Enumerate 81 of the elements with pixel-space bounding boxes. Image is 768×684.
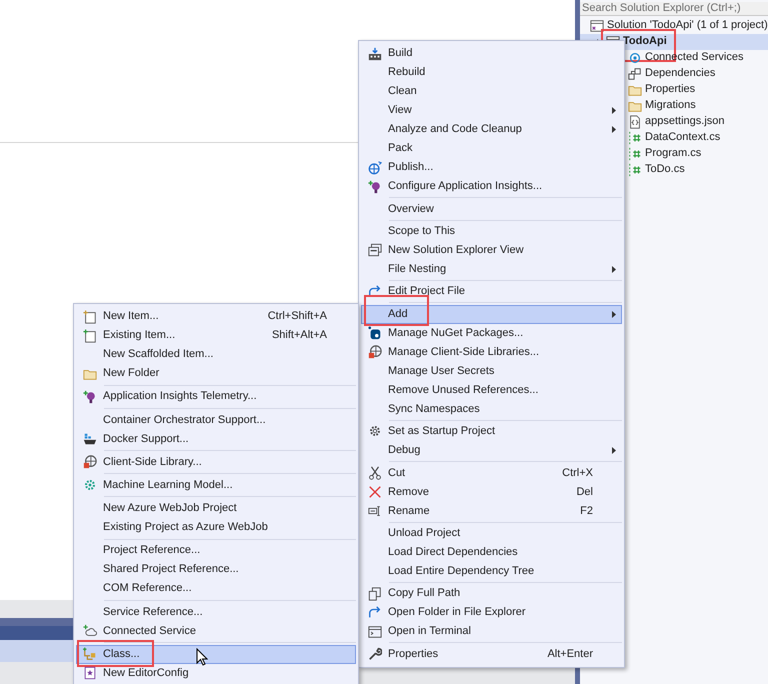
menu-item[interactable]: New Solution Explorer View (361, 240, 622, 260)
menu-item[interactable]: Scope to This (361, 222, 622, 241)
menu-item[interactable]: Docker Support... (76, 429, 356, 448)
globe-icon (83, 455, 97, 470)
window-icon (368, 243, 382, 258)
menu-item[interactable]: Add (361, 304, 622, 324)
shortcut-text: Alt+Enter (547, 646, 594, 662)
menu-item[interactable]: Remove Del (361, 482, 622, 502)
menu-item[interactable]: Service Reference... (76, 602, 356, 622)
menu-item[interactable]: Set as Startup Project (361, 422, 622, 441)
menu-item[interactable]: Machine Learning Model... (76, 476, 356, 495)
code-file-icon (628, 146, 642, 160)
menu-item[interactable]: Overview (361, 199, 622, 218)
menu-item[interactable]: Remove Unused References... (361, 380, 622, 400)
shortcut-text: Ctrl+X (562, 466, 594, 481)
terminal-icon (368, 624, 382, 639)
shortcut-text: Del (576, 484, 594, 500)
shortcut-text: Ctrl+Shift+A (268, 309, 328, 324)
menu-item[interactable]: Load Direct Dependencies (361, 542, 622, 562)
scissors-icon (368, 466, 382, 480)
rename-icon (368, 504, 382, 518)
menu-item[interactable]: Connected Service (76, 621, 356, 640)
wrench-icon (368, 647, 382, 662)
menu-item[interactable]: Application Insights Telemetry... (76, 387, 356, 406)
menu-item[interactable]: Shared Project Reference... (76, 560, 356, 580)
menu-item[interactable]: Class... (76, 644, 356, 664)
package-icon (368, 326, 382, 340)
menu-item[interactable]: New Item... Ctrl+Shift+A (76, 307, 356, 326)
menu-item[interactable]: Properties Alt+Enter (361, 644, 622, 664)
copy-icon (368, 586, 382, 601)
menu-item[interactable]: Copy Full Path (361, 584, 622, 604)
menu-item[interactable]: Debug (361, 440, 622, 460)
menu-item[interactable]: Cut Ctrl+X (361, 463, 622, 482)
menu-item[interactable]: Client-Side Library... (76, 452, 356, 472)
code-file-icon (628, 130, 642, 144)
factory-icon (368, 46, 382, 60)
menu-item[interactable]: Sync Namespaces (361, 400, 622, 419)
code-file-icon (628, 162, 642, 176)
menu-item[interactable]: Open Folder in File Explorer (361, 603, 622, 622)
menu-item[interactable]: Open in Terminal (361, 622, 622, 642)
file-icon (83, 328, 97, 342)
menu-item[interactable]: File Nesting (361, 260, 622, 279)
menu-item[interactable]: Configure Application Insights... (361, 177, 622, 196)
solution-icon (590, 18, 604, 32)
menu-item[interactable]: Rename F2 (361, 501, 622, 520)
search-field[interactable]: Search Solution Explorer (Ctrl+;) (580, 2, 768, 16)
menu-item[interactable]: Container Orchestrator Support... (76, 410, 356, 430)
mouse-cursor-icon (196, 648, 208, 666)
menu-item[interactable]: Manage NuGet Packages... (361, 324, 622, 343)
menu-item[interactable]: Manage User Secrets (361, 362, 622, 381)
gear-icon (368, 424, 382, 438)
dependencies-icon (628, 66, 642, 80)
connection-icon (628, 50, 642, 64)
menu-item[interactable]: Existing Item... Shift+Alt+A (76, 326, 356, 345)
class-icon (83, 647, 97, 661)
shortcut-text: F2 (580, 504, 594, 519)
menu-item[interactable]: New Azure WebJob Project (76, 498, 356, 518)
globe-icon (368, 345, 382, 360)
menu-item[interactable]: Manage Client-Side Libraries... (361, 342, 622, 362)
menu-item[interactable]: Project Reference... (76, 541, 356, 560)
ship-icon (83, 432, 97, 446)
lightbulb-icon (83, 390, 97, 404)
menu-item[interactable]: New EditorConfig (76, 664, 356, 682)
menu-item[interactable]: New Folder (76, 364, 356, 383)
gear-icon (83, 478, 97, 492)
shortcut-text: Shift+Alt+A (272, 328, 328, 344)
menu-item[interactable]: Existing Project as Azure WebJob (76, 518, 356, 537)
menu-item[interactable]: Unload Project (361, 524, 622, 543)
menu-item[interactable]: Load Entire Dependency Tree (361, 562, 622, 581)
lightbulb-icon (368, 180, 382, 194)
curved-arrow-icon (368, 606, 382, 620)
globe-icon (368, 160, 382, 174)
tree-item[interactable]: Solution 'TodoApi' (1 of 1 project) (580, 18, 768, 34)
file-icon (83, 666, 97, 680)
file-icon (83, 310, 97, 324)
file-icon (628, 114, 642, 128)
menu-item[interactable]: New Scaffolded Item... (76, 345, 356, 364)
close-icon (368, 484, 382, 499)
menu-item[interactable]: COM Reference... (76, 579, 356, 598)
cloud-icon (83, 624, 97, 638)
menu-item[interactable]: Edit Project File (361, 282, 622, 302)
